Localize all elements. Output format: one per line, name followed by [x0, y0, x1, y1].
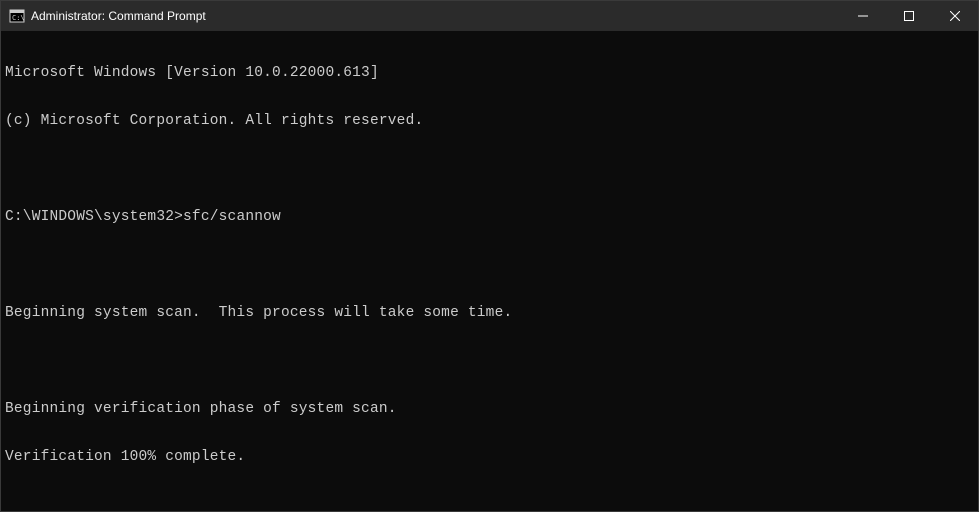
titlebar[interactable]: C:\ Administrator: Command Prompt	[1, 1, 978, 31]
maximize-button[interactable]	[886, 1, 932, 31]
terminal-output[interactable]: Microsoft Windows [Version 10.0.22000.61…	[1, 31, 978, 511]
blank-line	[5, 257, 974, 273]
window-title: Administrator: Command Prompt	[31, 9, 206, 23]
output-line: Microsoft Windows [Version 10.0.22000.61…	[5, 65, 974, 81]
output-line: (c) Microsoft Corporation. All rights re…	[5, 113, 974, 129]
svg-text:C:\: C:\	[12, 14, 25, 22]
titlebar-left: C:\ Administrator: Command Prompt	[9, 8, 206, 24]
command-input: sfc/scannow	[183, 209, 281, 225]
output-line: Verification 100% complete.	[5, 449, 974, 465]
blank-line	[5, 497, 974, 511]
blank-line	[5, 161, 974, 177]
window-controls	[840, 1, 978, 31]
cmd-icon: C:\	[9, 8, 25, 24]
prompt-line: C:\WINDOWS\system32>sfc/scannow	[5, 209, 974, 225]
close-button[interactable]	[932, 1, 978, 31]
output-line: Beginning system scan. This process will…	[5, 305, 974, 321]
command-prompt-window: C:\ Administrator: Command Prompt Micros…	[0, 0, 979, 512]
blank-line	[5, 353, 974, 369]
output-line: Beginning verification phase of system s…	[5, 401, 974, 417]
minimize-button[interactable]	[840, 1, 886, 31]
prompt-path: C:\WINDOWS\system32>	[5, 209, 183, 225]
